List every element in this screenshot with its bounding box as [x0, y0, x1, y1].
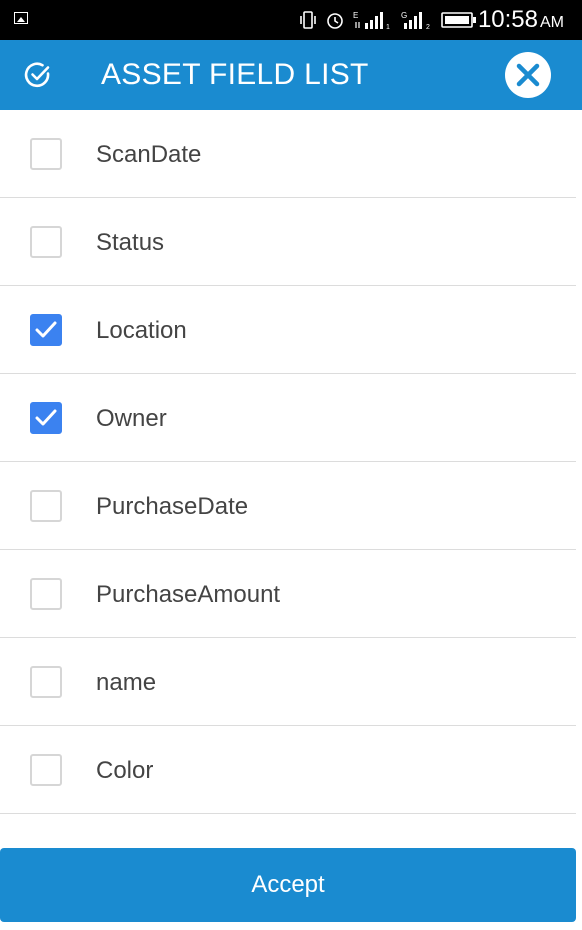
battery-icon — [441, 12, 476, 28]
checkbox-name[interactable] — [30, 666, 62, 698]
check-circle-icon[interactable] — [24, 61, 52, 89]
signal-sim2-icon: G2 — [401, 11, 430, 30]
status-bar: E1 G2 10:58 AM — [0, 0, 582, 40]
field-list: ScanDate Status Location Owner PurchaseD… — [0, 110, 576, 814]
field-label: PurchaseDate — [96, 493, 249, 520]
list-item[interactable]: ScanDate — [0, 110, 576, 198]
list-item[interactable]: Owner — [0, 374, 576, 462]
page-title: ASSET FIELD LIST — [101, 58, 369, 91]
list-item[interactable]: Status — [0, 198, 576, 286]
field-label: name — [96, 669, 157, 696]
svg-text:E: E — [353, 11, 358, 20]
status-icons: E1 G2 — [299, 9, 477, 31]
field-label: Color — [96, 757, 154, 784]
status-clock: 10:58 AM — [477, 6, 564, 33]
checkbox-scandate[interactable] — [30, 138, 62, 170]
field-label: Status — [96, 229, 165, 256]
svg-text:1: 1 — [386, 24, 390, 30]
checkbox-purchasedate[interactable] — [30, 490, 62, 522]
field-label: Location — [96, 317, 187, 344]
list-item[interactable]: name — [0, 638, 576, 726]
close-button[interactable] — [505, 52, 551, 98]
accept-button[interactable]: Accept — [0, 848, 576, 922]
checkmark-icon — [35, 409, 57, 426]
svg-text:G: G — [401, 11, 407, 20]
list-item[interactable]: Color — [0, 726, 576, 814]
close-icon — [516, 63, 540, 87]
checkbox-owner[interactable] — [30, 402, 62, 434]
list-item[interactable]: Location — [0, 286, 576, 374]
checkbox-status[interactable] — [30, 226, 62, 258]
checkbox-purchaseamount[interactable] — [30, 578, 62, 610]
field-label: PurchaseAmount — [96, 581, 281, 608]
checkbox-location[interactable] — [30, 314, 62, 346]
list-item[interactable]: PurchaseAmount — [0, 550, 576, 638]
app-bar: ASSET FIELD LIST — [0, 40, 582, 110]
field-label: Owner — [96, 405, 167, 432]
checkbox-color[interactable] — [30, 754, 62, 786]
field-label: ScanDate — [96, 141, 202, 168]
vibrate-icon — [300, 11, 316, 29]
alarm-icon — [327, 13, 343, 29]
checkmark-icon — [35, 321, 57, 338]
signal-sim1-icon: E1 — [353, 11, 390, 30]
list-item[interactable]: PurchaseDate — [0, 462, 576, 550]
svg-text:2: 2 — [426, 24, 430, 30]
image-notification-icon — [14, 12, 28, 24]
